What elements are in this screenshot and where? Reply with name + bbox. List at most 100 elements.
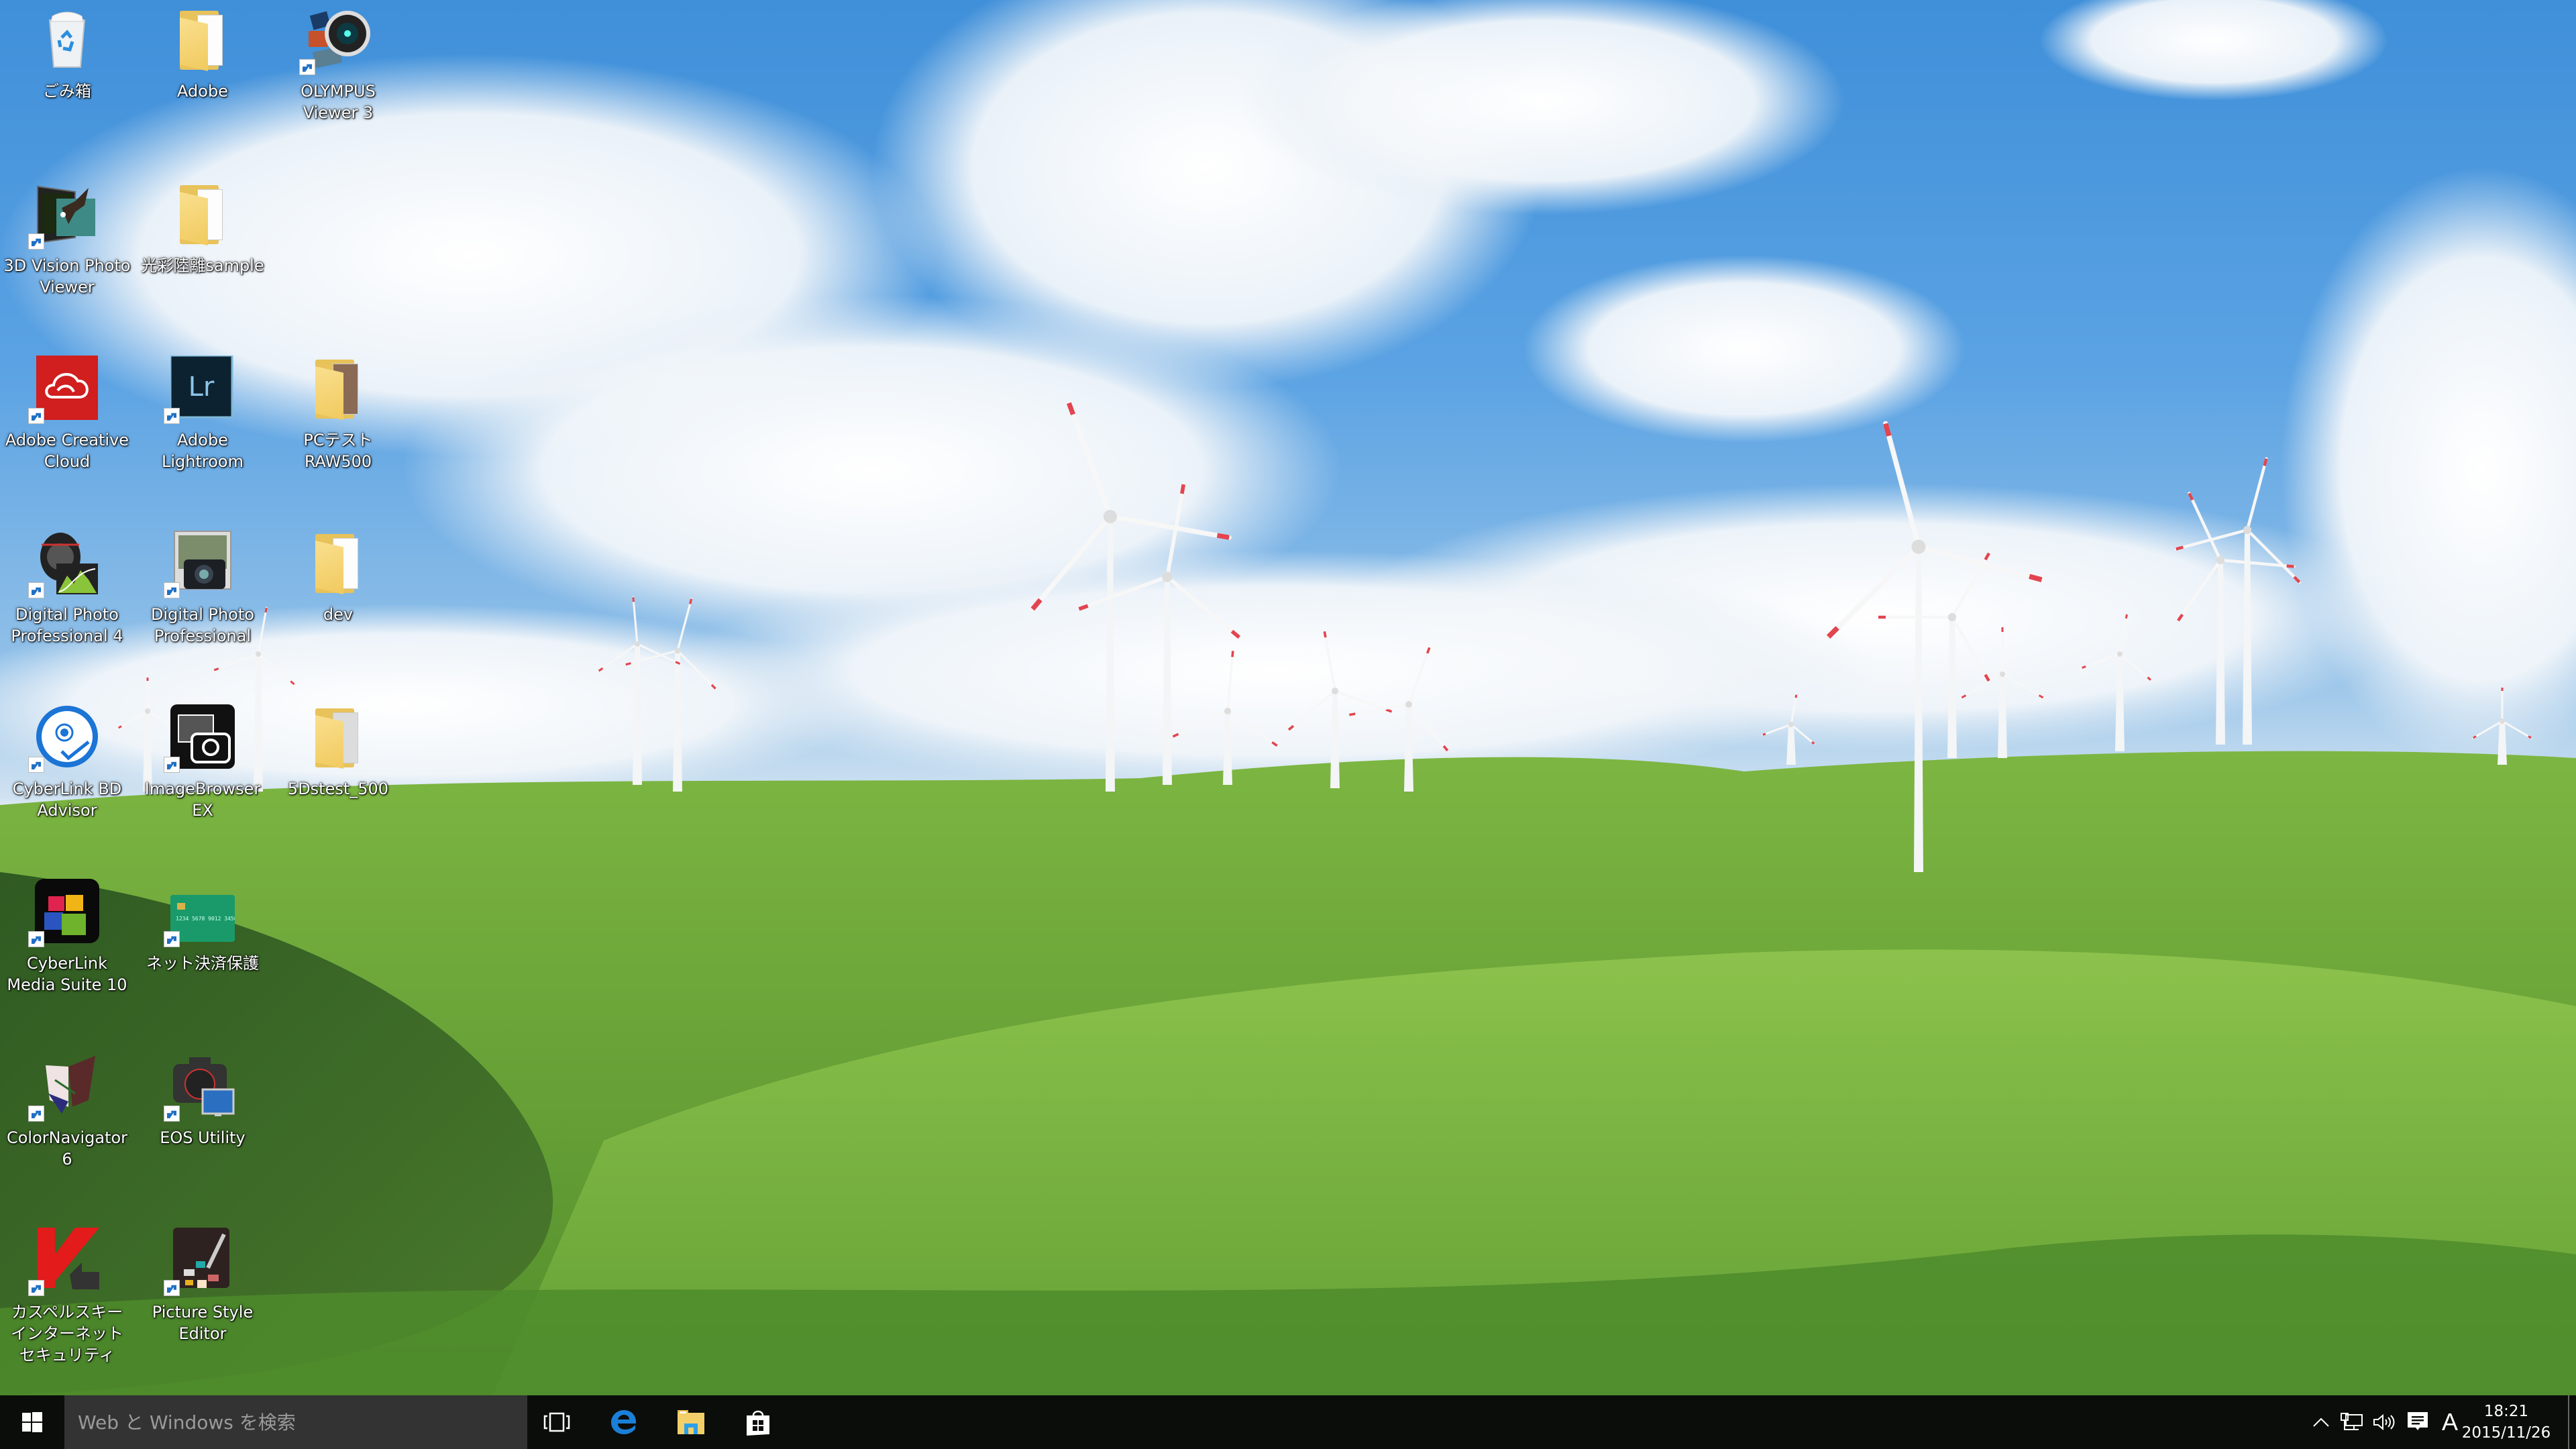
desktop-icon-label: ColorNavigator 6 <box>6 1128 128 1169</box>
desktop-icon[interactable]: OLYMPUS Viewer 3 <box>272 7 404 123</box>
windows-logo-icon <box>22 1412 42 1432</box>
photo-folder-icon <box>306 356 370 420</box>
shortcut-arrow-icon <box>164 931 180 947</box>
desktop-icon[interactable]: Picture Style Editor <box>137 1228 268 1344</box>
show-hidden-icons-button[interactable] <box>2308 1395 2334 1449</box>
store-button[interactable] <box>731 1395 785 1449</box>
desktop-icon-label: CyberLink BD Advisor <box>12 780 122 820</box>
desktop-icon-label: 3D Vision Photo Viewer <box>3 256 131 297</box>
desktop-icon[interactable]: PCテストRAW500 <box>272 356 404 472</box>
shortcut-arrow-icon <box>28 233 44 250</box>
action-center-button[interactable] <box>2403 1395 2432 1449</box>
butterfly-icon <box>28 1053 99 1122</box>
search-input[interactable] <box>64 1410 508 1434</box>
start-button[interactable] <box>0 1395 64 1449</box>
desktop-icon-label: dev <box>323 605 354 624</box>
desktop-icon[interactable]: CyberLink BD Advisor <box>1 704 133 821</box>
desktop-icon-label: カスペルスキー インターネット セキュリティ <box>11 1303 123 1364</box>
desktop-icon-label: 5Dstest_500 <box>287 780 389 798</box>
clock-time: 18:21 <box>2483 1403 2529 1420</box>
desktop-icon[interactable]: 1234 5678 9012 3456 ネット決済保護 <box>137 879 268 974</box>
action-center-icon <box>2408 1412 2428 1430</box>
desktop-icon[interactable]: Adobe Creative Cloud <box>1 356 133 472</box>
folder-icon <box>170 181 235 246</box>
taskbar: A 18:21 2015/11/26 <box>0 1395 2576 1449</box>
shortcut-arrow-icon <box>28 1280 44 1296</box>
desktop-icon[interactable]: 光彩陸離sample <box>137 181 268 276</box>
desktop-icon-label: Adobe <box>177 82 228 101</box>
desktop-icon[interactable]: Lr Adobe Lightroom <box>137 354 268 472</box>
folder-icon <box>306 530 370 594</box>
network-icon <box>2341 1413 2363 1430</box>
media-suite-icon <box>28 879 99 947</box>
clock[interactable]: 18:21 2015/11/26 <box>2459 1401 2553 1444</box>
desktop-icon[interactable]: CyberLink Media Suite 10 <box>1 879 133 996</box>
edge-button[interactable] <box>597 1395 651 1449</box>
desktop-icon[interactable]: 5Dstest_500 <box>272 704 404 800</box>
desktop-icon[interactable]: Adobe <box>137 7 268 102</box>
eos-utility-icon <box>164 1053 235 1122</box>
desktop-icon-label: Picture Style Editor <box>152 1303 254 1343</box>
desktop-icon[interactable]: ごみ箱 <box>1 7 133 102</box>
desktop-icon[interactable]: 3D Vision Photo Viewer <box>1 181 133 298</box>
desktop-icon[interactable]: ColorNavigator 6 <box>1 1053 133 1170</box>
desktop-icon[interactable]: EOS Utility <box>137 1053 268 1148</box>
shortcut-arrow-icon <box>164 408 180 424</box>
file-explorer-button[interactable] <box>664 1395 718 1449</box>
shortcut-arrow-icon <box>28 582 44 598</box>
edge-icon <box>611 1410 637 1434</box>
desktop-icon[interactable]: カスペルスキー インターネット セキュリティ <box>1 1228 133 1366</box>
svg-text:1234 5678 9012 3456: 1234 5678 9012 3456 <box>176 916 235 922</box>
media-folder-icon <box>306 704 370 769</box>
hills <box>0 751 2576 1449</box>
desktop-icon-label: Adobe Creative Cloud <box>5 431 129 471</box>
shortcut-arrow-icon <box>28 757 44 773</box>
show-desktop-button[interactable] <box>2568 1395 2576 1449</box>
chevron-up-icon <box>2313 1417 2329 1427</box>
3d-vision-icon <box>28 181 99 250</box>
desktop-icon-label: Adobe Lightroom <box>162 431 244 471</box>
desktop-icon-label: OLYMPUS Viewer 3 <box>301 82 376 122</box>
desktop-icon-label: ごみ箱 <box>43 82 91 101</box>
desktop-icon-label: 光彩陸離sample <box>141 256 264 275</box>
desktop-icon-label: Digital Photo Professional 4 <box>11 605 123 645</box>
bd-advisor-icon <box>28 704 99 773</box>
desktop-icon[interactable]: ImageBrowser EX <box>137 704 268 821</box>
folder-icon <box>170 7 235 71</box>
store-icon <box>747 1410 769 1436</box>
network-button[interactable] <box>2339 1395 2365 1449</box>
clock-date: 2015/11/26 <box>2461 1424 2551 1442</box>
desktop-icon[interactable]: dev <box>272 530 404 625</box>
desktop-icon-label: Digital Photo Professional <box>151 605 254 645</box>
shortcut-arrow-icon <box>28 931 44 947</box>
volume-icon <box>2373 1413 2395 1431</box>
shortcut-arrow-icon <box>28 1106 44 1122</box>
desktop-icon-label: PCテストRAW500 <box>303 431 373 471</box>
desktop-icon[interactable]: Digital Photo Professional 4 <box>1 530 133 647</box>
desktop-icon-label: EOS Utility <box>160 1128 246 1147</box>
desktop-icon[interactable]: Digital Photo Professional <box>137 530 268 647</box>
task-view-icon <box>543 1412 570 1432</box>
credit-card-icon: 1234 5678 9012 3456 <box>164 879 237 947</box>
task-view-button[interactable] <box>530 1395 584 1449</box>
picture-style-icon <box>164 1228 235 1296</box>
lightroom-icon: Lr <box>164 354 235 424</box>
dpp-icon <box>164 530 235 598</box>
shortcut-arrow-icon <box>28 408 44 424</box>
dpp4-icon <box>28 530 99 598</box>
creative-cloud-icon <box>28 356 99 424</box>
desktop-icon-label: ネット決済保護 <box>146 954 259 973</box>
shortcut-arrow-icon <box>164 757 180 773</box>
shortcut-arrow-icon <box>164 1106 180 1122</box>
recycle-bin-icon <box>35 7 99 71</box>
shortcut-arrow-icon <box>164 582 180 598</box>
shortcut-arrow-icon <box>164 1280 180 1296</box>
kaspersky-icon <box>28 1228 99 1296</box>
svg-text:Lr: Lr <box>189 372 215 402</box>
imagebrowser-icon <box>164 704 235 773</box>
search-box[interactable] <box>64 1395 527 1449</box>
volume-button[interactable] <box>2371 1395 2398 1449</box>
desktop-icon-label: ImageBrowser EX <box>144 780 261 820</box>
file-explorer-icon <box>678 1410 704 1434</box>
olympus-viewer-icon <box>299 7 370 75</box>
